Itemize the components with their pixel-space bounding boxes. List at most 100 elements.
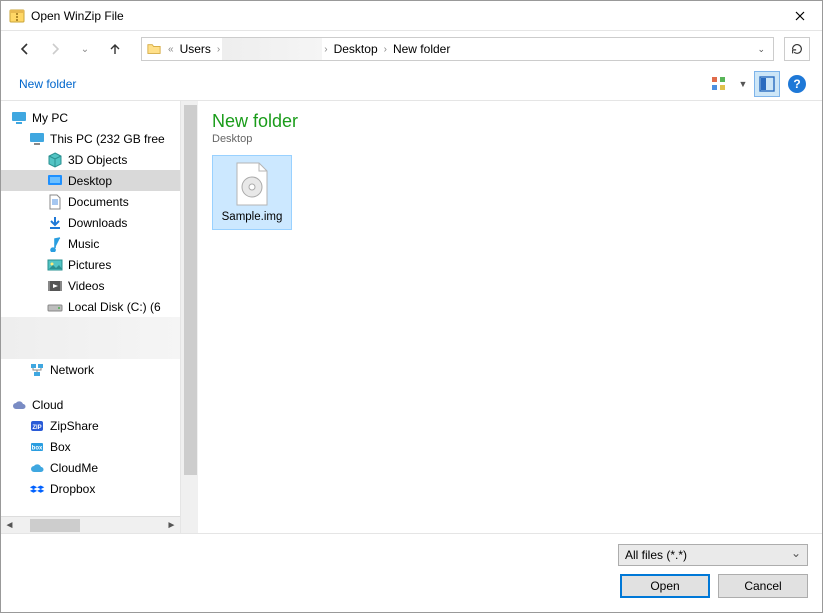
crumb-sep-icon: « bbox=[166, 44, 176, 55]
tree-label: Dropbox bbox=[50, 482, 95, 496]
open-button[interactable]: Open bbox=[620, 574, 710, 598]
bottom-bar: All files (*.*) Open Cancel bbox=[1, 533, 822, 612]
breadcrumb-redacted[interactable] bbox=[222, 38, 322, 60]
tree-my-pc[interactable]: My PC bbox=[1, 107, 180, 128]
file-item[interactable]: Sample.img bbox=[212, 155, 292, 230]
desktop-icon bbox=[47, 173, 63, 189]
tree-documents[interactable]: Documents bbox=[1, 191, 180, 212]
blank-icon bbox=[47, 320, 63, 336]
drive-icon bbox=[47, 299, 63, 315]
recent-locations-button[interactable]: ⌄ bbox=[73, 37, 97, 61]
chevron-right-icon: › bbox=[215, 44, 222, 55]
tree-network[interactable]: Network bbox=[1, 359, 180, 380]
tree-label: Music bbox=[68, 237, 99, 251]
scroll-thumb[interactable] bbox=[184, 105, 197, 475]
file-type-filter[interactable]: All files (*.*) bbox=[618, 544, 808, 566]
tree-label bbox=[68, 321, 101, 335]
help-button[interactable]: ? bbox=[784, 71, 810, 97]
tree-label: 3D Objects bbox=[68, 153, 127, 167]
file-name: Sample.img bbox=[215, 211, 289, 223]
dropbox-icon bbox=[29, 481, 45, 497]
tree-label: This PC (232 GB free bbox=[50, 132, 165, 146]
tree-cloud[interactable]: Cloud bbox=[1, 394, 180, 415]
folder-icon bbox=[144, 39, 164, 59]
scroll-right-button[interactable]: ► bbox=[163, 517, 180, 534]
address-bar[interactable]: « Users › › Desktop › New folder ⌄ bbox=[141, 37, 774, 61]
tree-downloads[interactable]: Downloads bbox=[1, 212, 180, 233]
breadcrumb-users[interactable]: Users bbox=[176, 38, 215, 60]
svg-text:box: box bbox=[32, 445, 43, 451]
back-button[interactable] bbox=[13, 37, 37, 61]
tree-this-pc[interactable]: This PC (232 GB free bbox=[1, 128, 180, 149]
dialog-body: My PC This PC (232 GB free 3D Objects bbox=[1, 101, 822, 533]
nav-row: ⌄ « Users › › Desktop › New folder ⌄ bbox=[1, 31, 822, 67]
cloud-icon bbox=[11, 397, 27, 413]
close-button[interactable] bbox=[777, 1, 822, 31]
monitor-icon bbox=[11, 110, 27, 126]
file-grid: Sample.img bbox=[212, 155, 808, 230]
tree-desktop[interactable]: Desktop bbox=[1, 170, 180, 191]
chevron-right-icon: › bbox=[322, 44, 329, 55]
refresh-button[interactable] bbox=[784, 37, 810, 61]
disc-image-icon bbox=[229, 161, 275, 207]
tree-redacted-1[interactable] bbox=[1, 317, 180, 338]
view-dropdown[interactable]: ▼ bbox=[736, 79, 750, 89]
preview-pane-button[interactable] bbox=[754, 71, 780, 97]
app-icon bbox=[9, 8, 25, 24]
videos-icon bbox=[47, 278, 63, 294]
address-dropdown[interactable]: ⌄ bbox=[753, 44, 769, 55]
tree-pictures[interactable]: Pictures bbox=[1, 254, 180, 275]
content-pane: New folder Desktop Sample.img bbox=[198, 101, 822, 533]
download-icon bbox=[47, 215, 63, 231]
breadcrumb-newfolder[interactable]: New folder bbox=[389, 38, 454, 60]
forward-button[interactable] bbox=[43, 37, 67, 61]
tree-zipshare[interactable]: ZIP ZipShare bbox=[1, 415, 180, 436]
music-icon bbox=[47, 236, 63, 252]
cloudme-icon bbox=[29, 460, 45, 476]
tree-videos[interactable]: Videos bbox=[1, 275, 180, 296]
titlebar: Open WinZip File bbox=[1, 1, 822, 31]
tree-label: My PC bbox=[32, 111, 68, 125]
tree-label: Cloud bbox=[32, 398, 63, 412]
sidebar-vscrollbar[interactable] bbox=[181, 101, 198, 533]
tree-label: Desktop bbox=[68, 174, 112, 188]
scroll-thumb[interactable] bbox=[30, 519, 80, 532]
network-icon bbox=[29, 362, 45, 378]
sidebar: My PC This PC (232 GB free 3D Objects bbox=[1, 101, 181, 533]
pictures-icon bbox=[47, 257, 63, 273]
tree-label: Box bbox=[50, 440, 71, 454]
up-button[interactable] bbox=[103, 37, 127, 61]
tree-label: Documents bbox=[68, 195, 129, 209]
folder-subheading: Desktop bbox=[212, 133, 808, 145]
folder-tree: My PC This PC (232 GB free 3D Objects bbox=[1, 101, 180, 516]
tree-label: Downloads bbox=[68, 216, 127, 230]
sidebar-hscrollbar[interactable]: ◄ ► bbox=[1, 516, 180, 533]
tree-3d-objects[interactable]: 3D Objects bbox=[1, 149, 180, 170]
document-icon bbox=[47, 194, 63, 210]
cube-icon bbox=[47, 152, 63, 168]
view-options-button[interactable] bbox=[706, 71, 732, 97]
tree-label: Network bbox=[50, 363, 94, 377]
open-file-dialog: Open WinZip File ⌄ « Users › › bbox=[0, 0, 823, 613]
tree-label: Local Disk (C:) (6 bbox=[68, 300, 161, 314]
tree-dropbox[interactable]: Dropbox bbox=[1, 478, 180, 499]
tree-label: CloudMe bbox=[50, 461, 98, 475]
box-icon: box bbox=[29, 439, 45, 455]
blank-icon bbox=[29, 341, 45, 357]
cancel-button[interactable]: Cancel bbox=[718, 574, 808, 598]
breadcrumb-desktop[interactable]: Desktop bbox=[330, 38, 382, 60]
tree-music[interactable]: Music bbox=[1, 233, 180, 254]
scroll-left-button[interactable]: ◄ bbox=[1, 517, 18, 534]
scroll-track[interactable] bbox=[18, 517, 163, 534]
tree-redacted-2[interactable] bbox=[1, 338, 180, 359]
tree-box[interactable]: box Box bbox=[1, 436, 180, 457]
tree-cloudme[interactable]: CloudMe bbox=[1, 457, 180, 478]
toolbar: New folder ▼ ? bbox=[1, 67, 822, 101]
folder-heading: New folder bbox=[212, 111, 808, 132]
svg-text:ZIP: ZIP bbox=[32, 425, 41, 431]
new-folder-button[interactable]: New folder bbox=[13, 73, 82, 95]
zipshare-icon: ZIP bbox=[29, 418, 45, 434]
tree-local-disk[interactable]: Local Disk (C:) (6 bbox=[1, 296, 180, 317]
tree-label: Videos bbox=[68, 279, 104, 293]
content-header: New folder Desktop bbox=[212, 111, 808, 145]
